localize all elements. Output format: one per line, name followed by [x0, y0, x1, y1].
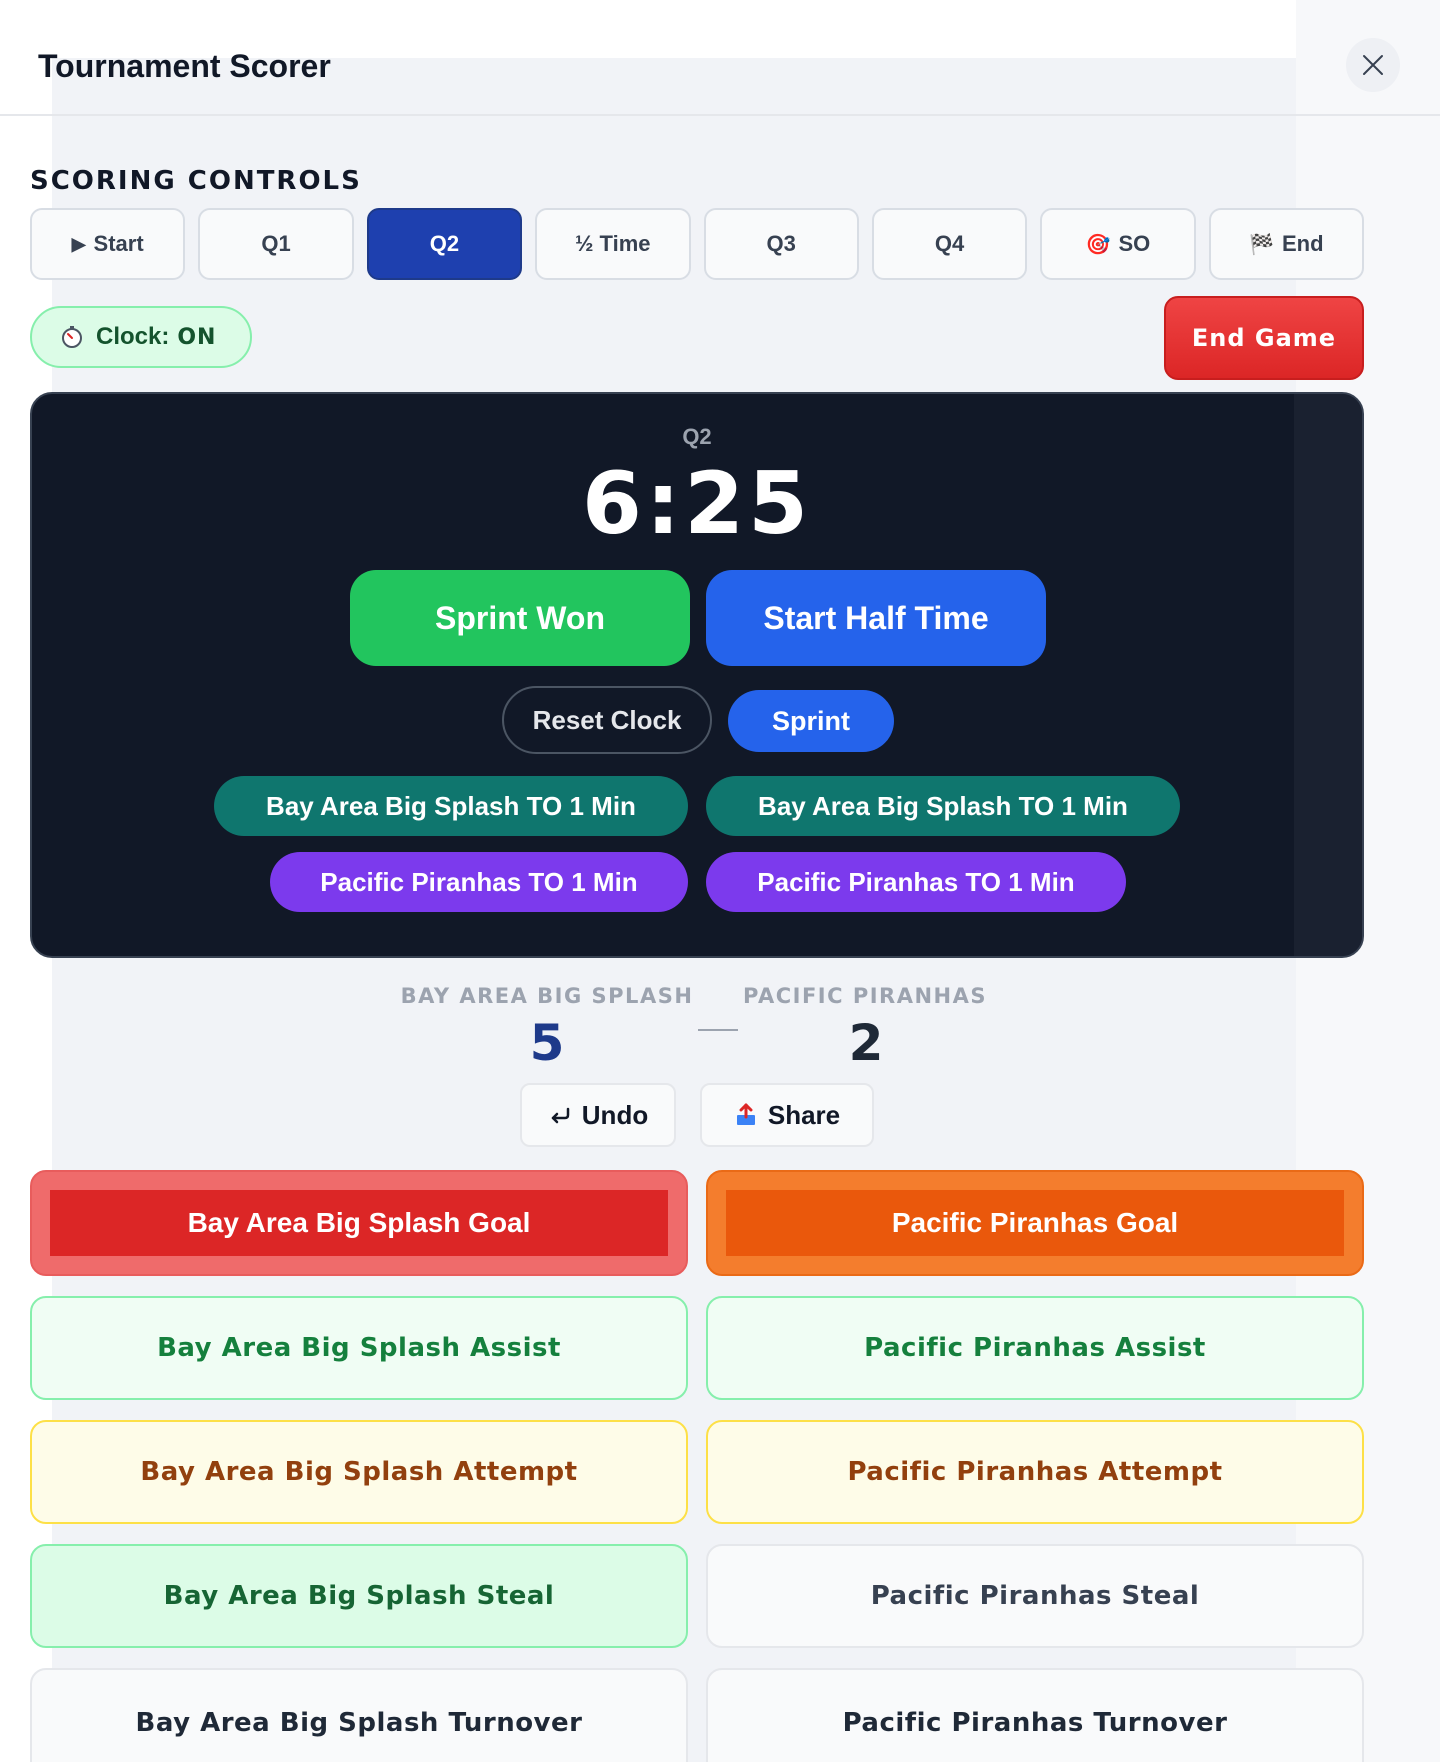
team-a-steal-button[interactable]: Bay Area Big Splash Steal: [30, 1544, 688, 1648]
period-shootout-label: SO: [1118, 231, 1151, 256]
undo-button[interactable]: Undo: [520, 1083, 676, 1147]
end-game-button[interactable]: End Game: [1164, 296, 1364, 380]
checkered-flag-icon: 🏁: [1249, 233, 1274, 256]
period-q4-button[interactable]: Q4: [871, 208, 1028, 280]
header: Tournament Scorer: [0, 0, 1440, 116]
period-end-label: End: [1281, 231, 1324, 256]
team-b-timeout-button-1[interactable]: Pacific Piranhas TO 1 Min: [270, 852, 688, 912]
clock-status: ON: [177, 324, 217, 350]
period-half-time-label: ½ Time: [575, 231, 651, 256]
period-half-time-button[interactable]: ½ Time: [535, 208, 691, 280]
team-a-attempt-button[interactable]: Bay Area Big Splash Attempt: [30, 1420, 688, 1524]
team-b-attempt-button[interactable]: Pacific Piranhas Attempt: [706, 1420, 1364, 1524]
team-b-name: PACIFIC PIRANHAS: [743, 984, 987, 1008]
section-label-scoring-controls: SCORING CONTROLS: [30, 166, 362, 196]
close-icon: [1363, 55, 1383, 75]
team-b-score: 2: [848, 1014, 884, 1072]
period-q2-button[interactable]: Q2: [366, 208, 523, 280]
period-q1-label: Q1: [261, 231, 291, 256]
undo-label: Undo: [581, 1099, 649, 1130]
reset-clock-button[interactable]: Reset Clock: [502, 686, 712, 754]
team-b-goal-button[interactable]: Pacific Piranhas Goal: [706, 1170, 1364, 1276]
start-half-time-button[interactable]: Start Half Time: [706, 570, 1046, 666]
team-b-assist-button[interactable]: Pacific Piranhas Assist: [706, 1296, 1364, 1400]
team-b-goal-label: Pacific Piranhas Goal: [891, 1207, 1179, 1238]
clock-time: 6:25: [582, 454, 812, 554]
play-icon: ▶: [71, 233, 86, 254]
page-title: Tournament Scorer: [38, 48, 331, 84]
period-bar: ▶ Start Q1 Q2 ½ Time Q3 Q4 🎯 SO 🏁 End: [30, 208, 1364, 280]
game-clock-panel: Q2 6:25 Sprint Won Start Half Time Reset…: [30, 392, 1364, 958]
period-q3-label: Q3: [766, 231, 796, 256]
team-a-goal-label: Bay Area Big Splash Goal: [187, 1207, 531, 1238]
score-divider: [698, 1029, 738, 1031]
share-button[interactable]: Share: [700, 1083, 874, 1147]
sprint-won-button[interactable]: Sprint Won: [350, 570, 690, 666]
team-a-timeout-button-1[interactable]: Bay Area Big Splash TO 1 Min: [214, 776, 688, 836]
sprint-button[interactable]: Sprint: [728, 690, 894, 752]
current-period: Q2: [682, 424, 712, 449]
team-a-score: 5: [529, 1014, 565, 1072]
period-q4-label: Q4: [934, 231, 965, 256]
team-b-turnover-button[interactable]: Pacific Piranhas Turnover: [706, 1668, 1364, 1762]
period-start-label: Start: [93, 231, 144, 256]
team-a-turnover-button[interactable]: Bay Area Big Splash Turnover: [30, 1668, 688, 1762]
clock-label: Clock:: [96, 323, 170, 350]
period-shootout-button[interactable]: 🎯 SO: [1040, 208, 1196, 280]
period-start-button[interactable]: ▶ Start: [30, 208, 186, 280]
share-label: Share: [767, 1099, 841, 1130]
team-b-steal-button[interactable]: Pacific Piranhas Steal: [706, 1544, 1364, 1648]
team-a-name: BAY AREA BIG SPLASH: [400, 984, 694, 1008]
share-icon: [736, 1103, 755, 1125]
team-a-goal-button[interactable]: Bay Area Big Splash Goal: [30, 1170, 688, 1276]
period-end-button[interactable]: 🏁 End: [1208, 208, 1364, 280]
period-q1-button[interactable]: Q1: [198, 208, 354, 280]
close-button[interactable]: [1346, 38, 1400, 92]
clock-toggle[interactable]: Clock: ON: [30, 306, 252, 368]
stopwatch-icon: [62, 326, 82, 348]
undo-icon: [551, 1107, 570, 1124]
period-q3-button[interactable]: Q3: [703, 208, 859, 280]
team-a-timeout-button-2[interactable]: Bay Area Big Splash TO 1 Min: [706, 776, 1180, 836]
team-b-timeout-button-2[interactable]: Pacific Piranhas TO 1 Min: [706, 852, 1126, 912]
target-icon: 🎯: [1085, 233, 1111, 256]
team-a-assist-button[interactable]: Bay Area Big Splash Assist: [30, 1296, 688, 1400]
period-q2-label: Q2: [429, 231, 460, 256]
